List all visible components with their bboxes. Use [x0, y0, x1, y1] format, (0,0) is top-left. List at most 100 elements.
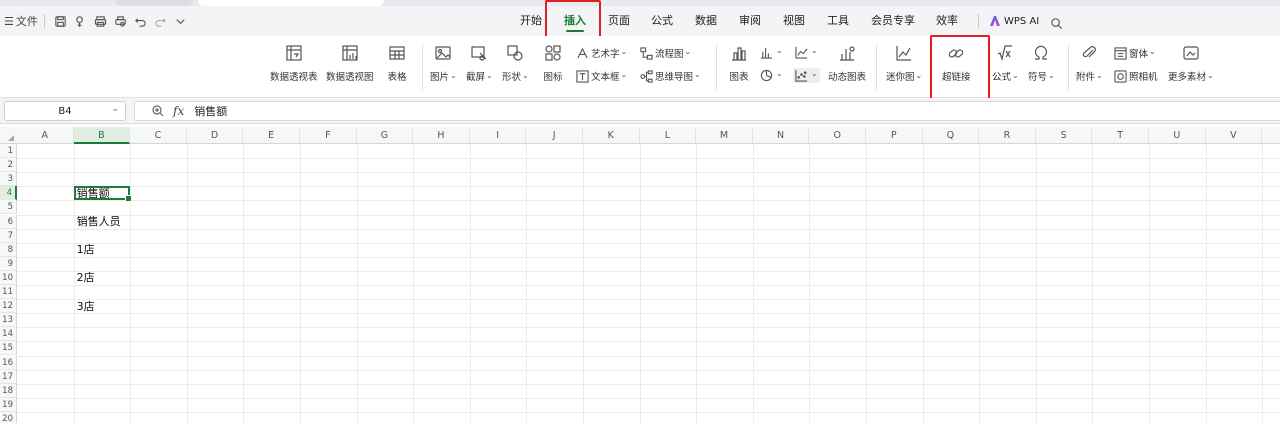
column-header-f[interactable]: F [300, 127, 357, 144]
undo-icon[interactable] [131, 11, 151, 31]
flowchart-button[interactable]: 流程图 [640, 46, 691, 60]
active-cell-border[interactable] [73, 186, 132, 203]
tab-tools[interactable]: 工具 [819, 6, 857, 36]
chart-button[interactable]: 图表 [728, 42, 750, 83]
formula-button[interactable]: 公式 [992, 42, 1019, 83]
wordart-button[interactable]: 艺术字 [576, 46, 627, 60]
more-materials-button[interactable]: 更多素材 [1168, 42, 1214, 83]
column-header-g[interactable]: G [357, 127, 414, 144]
column-header-a[interactable]: A [17, 127, 74, 144]
row-header-8[interactable]: 8 [0, 242, 17, 257]
divider [876, 44, 877, 90]
column-header-t[interactable]: T [1092, 127, 1149, 144]
textbox-button[interactable]: 文本框 [576, 69, 627, 83]
pivot-chart-button[interactable]: 数据透视图 [326, 42, 374, 83]
cell-b8[interactable]: 1店 [77, 243, 95, 257]
fx-icon[interactable]: fx [173, 104, 184, 118]
tab-page[interactable]: 页面 [600, 6, 638, 36]
row-header-5[interactable]: 5 [0, 200, 17, 215]
share-icon[interactable] [71, 11, 91, 31]
dynamic-chart-button[interactable]: 动态图表 [828, 42, 866, 83]
symbol-button[interactable]: 符号 [1028, 42, 1055, 83]
row-header-7[interactable]: 7 [0, 228, 17, 243]
row-header-12[interactable]: 12 [0, 299, 17, 314]
tab-member[interactable]: 会员专享 [866, 6, 920, 36]
tab-view[interactable]: 视图 [775, 6, 813, 36]
column-header-n[interactable]: N [753, 127, 810, 144]
window-form-button[interactable]: 窗体 [1114, 46, 1156, 60]
row-header-10[interactable]: 10 [0, 270, 17, 285]
column-header-l[interactable]: L [640, 127, 697, 144]
hyperlink-button[interactable]: 超链接 [942, 42, 971, 83]
line-chart-dropdown[interactable] [795, 46, 818, 59]
column-header-s[interactable]: S [1036, 127, 1093, 144]
column-header-h[interactable]: H [413, 127, 470, 144]
column-header-u[interactable]: U [1149, 127, 1206, 144]
row-header-6[interactable]: 6 [0, 214, 17, 229]
row-header-15[interactable]: 15 [0, 341, 17, 356]
row-header-2[interactable]: 2 [0, 158, 17, 173]
column-header-k[interactable]: K [583, 127, 640, 144]
row-header-16[interactable]: 16 [0, 355, 17, 370]
scatter-chart-dropdown[interactable] [793, 68, 820, 83]
shape-button[interactable]: 形状 [502, 42, 529, 83]
print-icon[interactable] [91, 11, 111, 31]
column-header-c[interactable]: C [130, 127, 187, 144]
camera-button[interactable]: 照相机 [1114, 69, 1158, 83]
row-header-1[interactable]: 1 [0, 144, 17, 159]
picture-button[interactable]: 图片 [430, 42, 457, 83]
column-header-e[interactable]: E [243, 127, 300, 144]
row-header-3[interactable]: 3 [0, 172, 17, 187]
sparkline-button[interactable]: 迷你图 [886, 42, 922, 83]
column-header-p[interactable]: P [866, 127, 923, 144]
chevron-down-icon[interactable] [171, 11, 191, 31]
pivot-table-button[interactable]: 数据透视表 [270, 42, 318, 83]
table-button[interactable]: 表格 [386, 42, 408, 83]
spreadsheet-grid[interactable]: ABCDEFGHIJKLMNOPQRSTUV 1 2 3 4 5 6 7 8 9 10 11 12 13… [0, 124, 1280, 423]
tab-insert[interactable]: 插入 [556, 6, 594, 36]
row-header-9[interactable]: 9 [0, 256, 17, 271]
column-header-r[interactable]: R [979, 127, 1036, 144]
redo-icon[interactable] [151, 11, 171, 31]
screenshot-button[interactable]: 截屏 [466, 42, 493, 83]
row-header-17[interactable]: 17 [0, 369, 17, 384]
cell-b6[interactable]: 销售人员 [77, 215, 121, 229]
search-icon[interactable] [1046, 13, 1066, 33]
row-header-4[interactable]: 4 [0, 186, 17, 201]
column-header-v[interactable]: V [1206, 127, 1263, 144]
cell-b10[interactable]: 2店 [77, 271, 95, 285]
column-header-d[interactable]: D [187, 127, 244, 144]
wps-ai-button[interactable]: WPS AI [990, 6, 1039, 36]
column-header-m[interactable]: M [696, 127, 753, 144]
select-all-corner[interactable] [0, 127, 17, 144]
icon-button[interactable]: 图标 [542, 42, 564, 83]
zoom-icon[interactable] [151, 104, 165, 118]
chevron-down-icon[interactable]: ⌄ [111, 104, 119, 114]
tab-formula[interactable]: 公式 [643, 6, 681, 36]
row-header-18[interactable]: 18 [0, 383, 17, 398]
column-header-q[interactable]: Q [923, 127, 980, 144]
column-header-b[interactable]: B [73, 127, 131, 144]
row-header-19[interactable]: 19 [0, 397, 17, 412]
row-header-11[interactable]: 11 [0, 285, 17, 300]
formula-input[interactable]: fx 销售额 [134, 101, 1280, 121]
pie-chart-dropdown[interactable] [760, 69, 783, 82]
tab-data[interactable]: 数据 [687, 6, 725, 36]
column-header-j[interactable]: J [526, 127, 583, 144]
file-menu[interactable]: ☰ 文件 [4, 13, 38, 29]
column-chart-dropdown[interactable] [760, 46, 783, 59]
row-header-13[interactable]: 13 [0, 313, 17, 328]
save-icon[interactable] [51, 11, 71, 31]
row-header-20[interactable]: 20 [0, 411, 17, 423]
cell-b12[interactable]: 3店 [77, 300, 95, 314]
column-header-i[interactable]: I [470, 127, 527, 144]
print-preview-icon[interactable] [111, 11, 131, 31]
tab-efficiency[interactable]: 效率 [928, 6, 966, 36]
column-header-o[interactable]: O [809, 127, 866, 144]
tab-review[interactable]: 审阅 [731, 6, 769, 36]
row-header-14[interactable]: 14 [0, 327, 17, 342]
name-box[interactable]: B4 ⌄ [4, 101, 126, 121]
attachment-button[interactable]: 附件 [1076, 42, 1103, 83]
mindmap-button[interactable]: 思维导图 [640, 69, 701, 83]
tab-home[interactable]: 开始 [512, 6, 550, 36]
